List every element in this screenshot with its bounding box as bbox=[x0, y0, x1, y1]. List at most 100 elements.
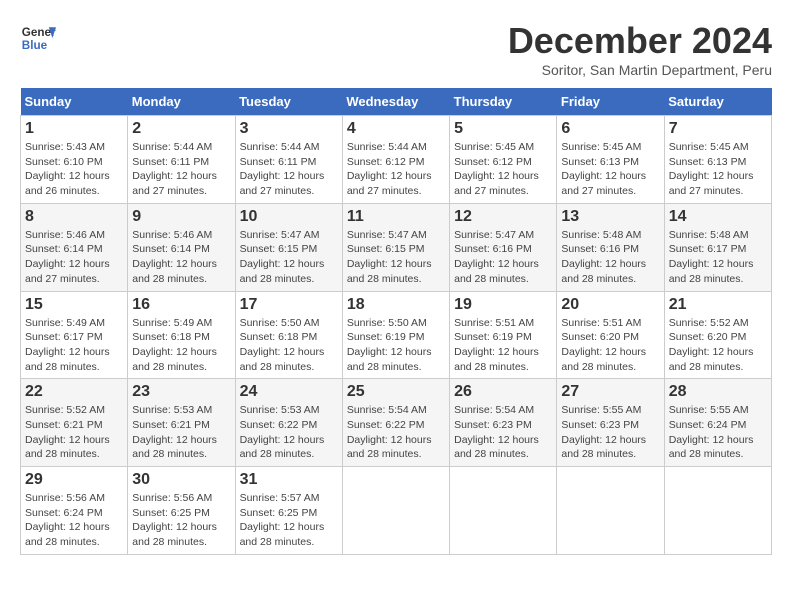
day-number: 3 bbox=[240, 120, 338, 138]
day-number: 8 bbox=[25, 208, 123, 226]
calendar-cell: 5Sunrise: 5:45 AMSunset: 6:12 PMDaylight… bbox=[450, 116, 557, 204]
day-number: 13 bbox=[561, 208, 659, 226]
calendar-cell: 16Sunrise: 5:49 AMSunset: 6:18 PMDayligh… bbox=[128, 291, 235, 379]
day-info: Sunrise: 5:50 AMSunset: 6:18 PMDaylight:… bbox=[240, 316, 338, 375]
calendar-cell: 10Sunrise: 5:47 AMSunset: 6:15 PMDayligh… bbox=[235, 203, 342, 291]
calendar-cell: 25 Sunrise: 5:54 AMSunset: 6:22 PMDayligh… bbox=[342, 379, 449, 467]
day-header-saturday: Saturday bbox=[664, 88, 771, 116]
day-number: 20 bbox=[561, 296, 659, 314]
day-number: 28 bbox=[669, 383, 767, 401]
calendar-cell: 18 Sunrise: 5:50 AMSunset: 6:19 PMDayligh… bbox=[342, 291, 449, 379]
day-info: Sunrise: 5:43 AMSunset: 6:10 PMDaylight:… bbox=[25, 140, 123, 199]
calendar-week-2: 8 Sunrise: 5:46 AMSunset: 6:14 PMDaylight… bbox=[21, 203, 772, 291]
day-header-wednesday: Wednesday bbox=[342, 88, 449, 116]
calendar-cell bbox=[557, 467, 664, 555]
calendar-cell: 23 Sunrise: 5:53 AMSunset: 6:21 PMDayligh… bbox=[128, 379, 235, 467]
title-area: December 2024 Soritor, San Martin Depart… bbox=[508, 20, 772, 78]
svg-text:Blue: Blue bbox=[22, 39, 48, 52]
day-number: 29 bbox=[25, 471, 123, 489]
day-info: Sunrise: 5:46 AMSunset: 6:14 PMDaylight:… bbox=[25, 228, 123, 287]
calendar-cell: 20 Sunrise: 5:51 AMSunset: 6:20 PMDayligh… bbox=[557, 291, 664, 379]
calendar-cell: 29 Sunrise: 5:56 AMSunset: 6:24 PMDayligh… bbox=[21, 467, 128, 555]
calendar-header-row: SundayMondayTuesdayWednesdayThursdayFrid… bbox=[21, 88, 772, 116]
day-number: 22 bbox=[25, 383, 123, 401]
day-number: 2 bbox=[132, 120, 230, 138]
calendar-cell: 15Sunrise: 5:49 AMSunset: 6:17 PMDayligh… bbox=[21, 291, 128, 379]
calendar-week-3: 15Sunrise: 5:49 AMSunset: 6:17 PMDayligh… bbox=[21, 291, 772, 379]
day-info: Sunrise: 5:54 AMSunset: 6:22 PMDaylight:… bbox=[347, 403, 445, 462]
day-info: Sunrise: 5:46 AMSunset: 6:14 PMDaylight:… bbox=[132, 228, 230, 287]
day-number: 17 bbox=[240, 296, 338, 314]
calendar-cell: 13 Sunrise: 5:48 AMSunset: 6:16 PMDayligh… bbox=[557, 203, 664, 291]
calendar-cell: 21 Sunrise: 5:52 AMSunset: 6:20 PMDayligh… bbox=[664, 291, 771, 379]
day-header-sunday: Sunday bbox=[21, 88, 128, 116]
day-info: Sunrise: 5:52 AMSunset: 6:21 PMDaylight:… bbox=[25, 403, 123, 462]
day-header-monday: Monday bbox=[128, 88, 235, 116]
day-number: 1 bbox=[25, 120, 123, 138]
day-info: Sunrise: 5:50 AMSunset: 6:19 PMDaylight:… bbox=[347, 316, 445, 375]
day-info: Sunrise: 5:45 AMSunset: 6:13 PMDaylight:… bbox=[669, 140, 767, 199]
calendar-cell bbox=[342, 467, 449, 555]
day-number: 23 bbox=[132, 383, 230, 401]
day-info: Sunrise: 5:45 AMSunset: 6:13 PMDaylight:… bbox=[561, 140, 659, 199]
calendar-cell: 12Sunrise: 5:47 AMSunset: 6:16 PMDayligh… bbox=[450, 203, 557, 291]
calendar-cell: 14 Sunrise: 5:48 AMSunset: 6:17 PMDayligh… bbox=[664, 203, 771, 291]
calendar-week-1: 1 Sunrise: 5:43 AMSunset: 6:10 PMDaylight… bbox=[21, 116, 772, 204]
day-number: 6 bbox=[561, 120, 659, 138]
day-info: Sunrise: 5:44 AMSunset: 6:12 PMDaylight:… bbox=[347, 140, 445, 199]
calendar-table: SundayMondayTuesdayWednesdayThursdayFrid… bbox=[20, 88, 772, 555]
day-header-tuesday: Tuesday bbox=[235, 88, 342, 116]
day-info: Sunrise: 5:47 AMSunset: 6:16 PMDaylight:… bbox=[454, 228, 552, 287]
day-number: 14 bbox=[669, 208, 767, 226]
day-info: Sunrise: 5:48 AMSunset: 6:16 PMDaylight:… bbox=[561, 228, 659, 287]
calendar-cell: 28 Sunrise: 5:55 AMSunset: 6:24 PMDayligh… bbox=[664, 379, 771, 467]
calendar-cell: 7 Sunrise: 5:45 AMSunset: 6:13 PMDaylight… bbox=[664, 116, 771, 204]
day-info: Sunrise: 5:51 AMSunset: 6:19 PMDaylight:… bbox=[454, 316, 552, 375]
calendar-cell: 19 Sunrise: 5:51 AMSunset: 6:19 PMDayligh… bbox=[450, 291, 557, 379]
day-info: Sunrise: 5:49 AMSunset: 6:18 PMDaylight:… bbox=[132, 316, 230, 375]
calendar-cell: 26Sunrise: 5:54 AMSunset: 6:23 PMDayligh… bbox=[450, 379, 557, 467]
day-number: 9 bbox=[132, 208, 230, 226]
day-number: 11 bbox=[347, 208, 445, 226]
calendar-cell: 9 Sunrise: 5:46 AMSunset: 6:14 PMDaylight… bbox=[128, 203, 235, 291]
day-info: Sunrise: 5:47 AMSunset: 6:15 PMDaylight:… bbox=[347, 228, 445, 287]
logo-icon: General Blue bbox=[20, 20, 56, 56]
day-info: Sunrise: 5:48 AMSunset: 6:17 PMDaylight:… bbox=[669, 228, 767, 287]
month-title: December 2024 bbox=[508, 20, 772, 62]
day-info: Sunrise: 5:55 AMSunset: 6:24 PMDaylight:… bbox=[669, 403, 767, 462]
day-info: Sunrise: 5:44 AMSunset: 6:11 PMDaylight:… bbox=[132, 140, 230, 199]
day-number: 21 bbox=[669, 296, 767, 314]
day-header-friday: Friday bbox=[557, 88, 664, 116]
day-info: Sunrise: 5:57 AMSunset: 6:25 PMDaylight:… bbox=[240, 491, 338, 550]
day-number: 4 bbox=[347, 120, 445, 138]
day-number: 19 bbox=[454, 296, 552, 314]
calendar-week-5: 29 Sunrise: 5:56 AMSunset: 6:24 PMDayligh… bbox=[21, 467, 772, 555]
day-number: 15 bbox=[25, 296, 123, 314]
day-number: 18 bbox=[347, 296, 445, 314]
calendar-cell: 1 Sunrise: 5:43 AMSunset: 6:10 PMDaylight… bbox=[21, 116, 128, 204]
logo: General Blue bbox=[20, 20, 56, 56]
day-info: Sunrise: 5:56 AMSunset: 6:24 PMDaylight:… bbox=[25, 491, 123, 550]
calendar-cell: 27 Sunrise: 5:55 AMSunset: 6:23 PMDayligh… bbox=[557, 379, 664, 467]
day-info: Sunrise: 5:45 AMSunset: 6:12 PMDaylight:… bbox=[454, 140, 552, 199]
calendar-cell: 17 Sunrise: 5:50 AMSunset: 6:18 PMDayligh… bbox=[235, 291, 342, 379]
day-info: Sunrise: 5:56 AMSunset: 6:25 PMDaylight:… bbox=[132, 491, 230, 550]
calendar-cell bbox=[450, 467, 557, 555]
day-info: Sunrise: 5:53 AMSunset: 6:21 PMDaylight:… bbox=[132, 403, 230, 462]
calendar-cell: 31 Sunrise: 5:57 AMSunset: 6:25 PMDayligh… bbox=[235, 467, 342, 555]
calendar-cell: 22 Sunrise: 5:52 AMSunset: 6:21 PMDayligh… bbox=[21, 379, 128, 467]
day-number: 25 bbox=[347, 383, 445, 401]
calendar-cell: 24Sunrise: 5:53 AMSunset: 6:22 PMDayligh… bbox=[235, 379, 342, 467]
day-info: Sunrise: 5:51 AMSunset: 6:20 PMDaylight:… bbox=[561, 316, 659, 375]
day-info: Sunrise: 5:53 AMSunset: 6:22 PMDaylight:… bbox=[240, 403, 338, 462]
day-number: 31 bbox=[240, 471, 338, 489]
day-number: 27 bbox=[561, 383, 659, 401]
day-info: Sunrise: 5:44 AMSunset: 6:11 PMDaylight:… bbox=[240, 140, 338, 199]
day-info: Sunrise: 5:55 AMSunset: 6:23 PMDaylight:… bbox=[561, 403, 659, 462]
day-info: Sunrise: 5:47 AMSunset: 6:15 PMDaylight:… bbox=[240, 228, 338, 287]
calendar-cell: 11 Sunrise: 5:47 AMSunset: 6:15 PMDayligh… bbox=[342, 203, 449, 291]
calendar-cell: 3 Sunrise: 5:44 AMSunset: 6:11 PMDaylight… bbox=[235, 116, 342, 204]
day-number: 7 bbox=[669, 120, 767, 138]
day-number: 30 bbox=[132, 471, 230, 489]
day-info: Sunrise: 5:52 AMSunset: 6:20 PMDaylight:… bbox=[669, 316, 767, 375]
